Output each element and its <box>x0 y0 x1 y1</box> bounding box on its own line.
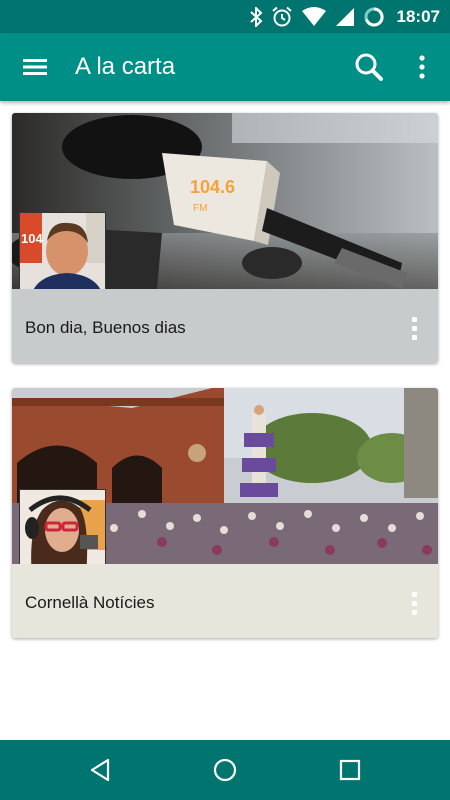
more-vert-icon <box>419 55 425 79</box>
card-footer: Bon dia, Buenos dias <box>12 289 438 363</box>
svg-text:FM: FM <box>193 203 207 214</box>
menu-button[interactable] <box>14 47 56 87</box>
status-bar: 18:07 <box>0 0 450 33</box>
app-bar: A la carta <box>0 33 450 101</box>
presenter-man-photo: 104 <box>20 213 105 298</box>
home-icon <box>213 758 237 782</box>
search-icon <box>355 53 383 81</box>
bluetooth-icon <box>249 7 262 27</box>
svg-text:104: 104 <box>21 231 43 246</box>
page-title: A la carta <box>75 53 176 80</box>
card-title[interactable]: Cornellà Notícies <box>25 593 154 613</box>
system-nav-bar <box>0 740 450 800</box>
status-icons: 18:07 <box>249 6 440 28</box>
more-vert-icon <box>411 316 417 322</box>
svg-text:104.6: 104.6 <box>190 177 235 197</box>
back-button[interactable] <box>75 750 125 790</box>
alarm-icon <box>271 6 292 27</box>
card-menu-button[interactable] <box>402 588 426 618</box>
program-card[interactable]: 104.6 FM 104 Bon dia, Buenos dias <box>12 113 438 363</box>
recents-icon <box>339 759 361 781</box>
card-footer: Cornellà Notícies <box>12 564 438 638</box>
avatar: 104 <box>19 212 106 299</box>
recents-button[interactable] <box>325 750 375 790</box>
avatar <box>19 489 106 576</box>
card-menu-button[interactable] <box>402 313 426 343</box>
hamburger-menu-icon <box>23 59 47 75</box>
wifi-icon <box>301 7 326 26</box>
status-time: 18:07 <box>396 7 440 26</box>
overflow-menu-button[interactable] <box>402 47 442 87</box>
home-button[interactable] <box>200 750 250 790</box>
more-vert-icon <box>411 591 417 597</box>
signal-icon <box>335 8 354 26</box>
card-title[interactable]: Bon dia, Buenos dias <box>25 318 186 338</box>
program-card[interactable]: Cornellà Notícies <box>12 388 438 638</box>
battery-charging-icon <box>364 7 384 27</box>
search-button[interactable] <box>348 47 390 87</box>
back-icon <box>90 758 110 782</box>
